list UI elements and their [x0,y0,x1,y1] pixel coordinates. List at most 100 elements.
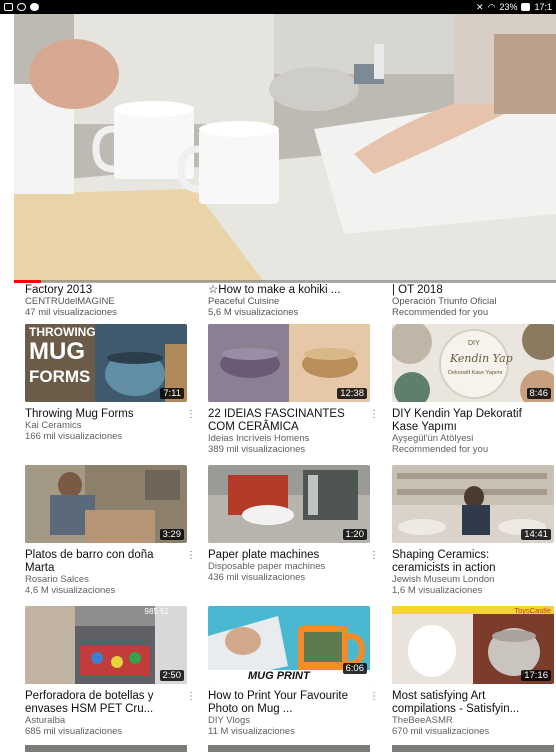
video-title[interactable]: Shaping Ceramics: ceramicists in action [392,549,554,575]
video-stats: 685 mil visualizaciones [25,726,123,737]
video-stats: 436 mil visualizaciones [208,572,306,583]
video-card[interactable]: 1:20 Paper plate machines Disposable pap… [208,465,379,583]
video-progress-fill [14,280,42,283]
more-vert-icon[interactable]: ⋮ [368,549,380,563]
video-duration: 12:38 [337,388,367,399]
next-thumbnail-peek [392,745,554,752]
thumb-text: FORMS [29,367,91,386]
video-duration: 1:20 [342,529,367,540]
top-card-title: | OT 2018 [392,284,443,296]
video-title[interactable]: 22 IDEIAS FASCINANTES COM CERÂMICA [208,408,370,434]
more-vert-icon[interactable]: ⋮ [552,690,556,704]
video-player[interactable] [14,14,556,282]
mute-icon: ✕ [476,1,484,12]
video-thumbnail[interactable]: ToysCastle 17:16 [392,606,554,684]
top-card-channel: CENTRUdelMAGINE [25,297,115,307]
top-card-stats: 5,6 M visualizaciones [208,307,299,318]
next-thumbnail-peek [25,745,187,752]
instagram-icon [17,3,26,11]
chat-icon [30,3,39,11]
video-thumbnail[interactable]: DIY Kendin Yap Dekoratif Kase Yapımı 8:4… [392,324,554,402]
video-title[interactable]: DIY Kendin Yap Dekoratif Kase Yapımı [392,408,554,434]
video-channel: Asturalba [25,716,66,726]
video-thumbnail[interactable]: 12:38 [208,324,370,402]
video-stats: 11 M visualizaciones [208,726,295,737]
wifi-icon: ◠ [487,1,496,12]
more-vert-icon[interactable]: ⋮ [552,549,556,563]
video-title[interactable]: Most satisfying Art compilations - Satis… [392,690,554,716]
top-card-channel: Peaceful Cuisine [208,297,280,307]
top-card-title: Factory 2013 [25,284,93,296]
video-stats: 4,6 M visualizaciones [25,585,116,596]
video-title[interactable]: Paper plate machines [208,549,370,562]
top-card-3[interactable]: | OT 2018 Operación Triunfo Oficial Reco… [392,284,554,318]
video-card[interactable]: ToysCastle 17:16 Most satisfying Art com… [392,606,556,737]
battery-icon [521,3,531,11]
video-channel: Disposable paper machines [208,562,326,572]
video-title[interactable]: Throwing Mug Forms [25,408,187,421]
top-card-stats: 47 mil visualizaciones [25,307,117,318]
top-card-2[interactable]: ☆How to make a kohiki ... Peaceful Cuisi… [208,284,370,318]
video-channel: Rosario Salces [25,575,89,585]
gallery-icon [4,3,13,11]
top-card-1[interactable]: Factory 2013 CENTRUdelMAGINE 47 mil visu… [25,284,187,318]
video-stats: 1,6 M visualizaciones [392,585,483,596]
video-title[interactable]: How to Print Your Favourite Photo on Mug… [208,690,370,716]
more-vert-icon[interactable]: ⋮ [185,549,197,563]
video-duration: 8:46 [526,388,551,399]
video-stats: Recommended for you [392,444,489,455]
video-duration: 6:06 [342,663,367,674]
status-bar: ✕ ◠ 23% 17:1 [0,0,556,14]
thumb-text: DIY [468,340,480,347]
video-card[interactable]: DIY Kendin Yap Dekoratif Kase Yapımı 8:4… [392,324,556,455]
video-thumbnail[interactable]: 985 51 2:50 [25,606,187,684]
video-stats: 389 mil visualizaciones [208,444,306,455]
video-card[interactable]: 3:29 Platos de barro con doña Marta Rosa… [25,465,196,596]
video-thumbnail[interactable]: THROWING MUG FORMS 7:11 [25,324,187,402]
video-channel: DIY Vlogs [208,716,251,726]
video-card[interactable]: 14:41 Shaping Ceramics: ceramicists in a… [392,465,556,596]
video-channel: Ideias Incríveis Homens [208,434,310,444]
thumb-text: 985 51 [144,607,169,616]
video-channel: Jewish Museum London [392,575,495,585]
video-channel: Kai Ceramics [25,421,82,431]
video-frame [14,14,556,282]
thumb-text: ToysCastle [514,606,551,615]
video-card[interactable]: THROWING MUG FORMS 7:11 Throwing Mug For… [25,324,196,442]
video-progress-bar[interactable] [14,280,556,283]
video-stats: 670 mil visualizaciones [392,726,490,737]
next-thumbnail-peek [208,745,370,752]
clock: 17:1 [534,2,552,12]
video-stats: 166 mil visualizaciones [25,431,123,442]
top-card-channel: Operación Triunfo Oficial [392,297,497,307]
video-duration: 2:50 [159,670,184,681]
top-card-stats: Recommended for you [392,307,489,318]
video-thumbnail[interactable]: 14:41 [392,465,554,543]
video-channel: Ayşegül'ün Atölyesi [392,434,474,444]
thumb-text: MUG [29,338,85,365]
video-duration: 17:16 [521,670,551,681]
video-duration: 3:29 [159,529,184,540]
thumb-text: Dekoratif Kase Yapımı [448,370,503,376]
thumb-text: Kendin Yap [450,352,513,365]
video-card[interactable]: MUG PRINT 6:06 How to Print Your Favouri… [208,606,379,737]
battery-percent: 23% [499,2,518,12]
thumb-text: THROWING [29,325,96,339]
thumb-text: MUG PRINT [248,670,310,682]
video-duration: 7:11 [160,388,184,399]
video-thumbnail[interactable]: MUG PRINT 6:06 [208,606,370,684]
more-vert-icon[interactable]: ⋮ [368,690,380,704]
more-vert-icon[interactable]: ⋮ [368,408,380,422]
video-title[interactable]: Perforadora de botellas y envases HSM PE… [25,690,187,716]
more-vert-icon[interactable]: ⋮ [552,408,556,422]
video-duration: 14:41 [521,529,551,540]
video-channel: TheBeeASMR [392,716,453,726]
video-card[interactable]: 985 51 2:50 Perforadora de botellas y en… [25,606,196,737]
more-vert-icon[interactable]: ⋮ [185,690,197,704]
video-card[interactable]: 12:38 22 IDEIAS FASCINANTES COM CERÂMICA… [208,324,379,455]
video-title[interactable]: Platos de barro con doña Marta [25,549,187,575]
top-card-title: ☆How to make a kohiki ... [208,284,341,296]
video-thumbnail[interactable]: 3:29 [25,465,187,543]
more-vert-icon[interactable]: ⋮ [185,408,197,422]
video-thumbnail[interactable]: 1:20 [208,465,370,543]
